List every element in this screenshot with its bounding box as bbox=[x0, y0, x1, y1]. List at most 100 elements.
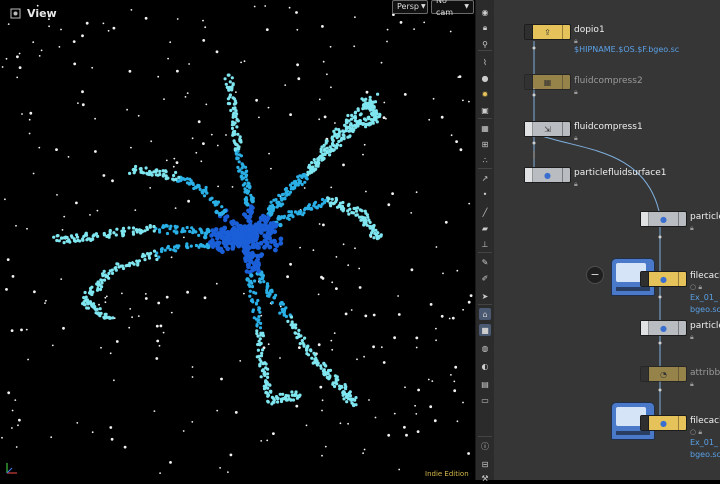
fluid-particle bbox=[289, 323, 293, 327]
eye-icon[interactable]: ◉ bbox=[479, 6, 491, 18]
particle-speck bbox=[372, 313, 376, 317]
node-particlefluidsurface1[interactable]: ● bbox=[524, 167, 571, 183]
view-layout-icon[interactable]: ⊟ bbox=[479, 458, 491, 470]
fluid-particle bbox=[320, 197, 325, 202]
particle-speck bbox=[11, 275, 15, 278]
node-particle-a[interactable]: ● bbox=[640, 211, 687, 227]
wire-display-icon[interactable]: ⌂ bbox=[479, 308, 491, 320]
node-attrib[interactable]: ◔ bbox=[640, 366, 687, 382]
shaded-icon[interactable]: ■ bbox=[479, 324, 491, 336]
fluid-particle bbox=[369, 121, 374, 125]
fluid-particle bbox=[261, 276, 265, 280]
fluid-particle bbox=[305, 345, 309, 349]
wire-icon[interactable]: ⌇ bbox=[479, 56, 491, 68]
fluid-particle bbox=[266, 367, 270, 371]
fluid-particle bbox=[172, 248, 176, 252]
particle-speck bbox=[173, 157, 176, 160]
sphere-icon[interactable]: ● bbox=[479, 72, 491, 84]
node-fluidcompress1[interactable]: ⇲ bbox=[524, 121, 571, 137]
fluid-particle bbox=[271, 209, 275, 213]
light-icon[interactable]: ✹ bbox=[479, 88, 491, 100]
node-filecache-a[interactable]: ● bbox=[640, 271, 687, 287]
fluid-particle bbox=[289, 315, 294, 319]
droplet-icon: ● bbox=[649, 416, 679, 430]
camera-mode-menu[interactable]: Persp ▼ bbox=[392, 0, 428, 14]
particle-speck bbox=[467, 300, 471, 304]
particle-speck bbox=[319, 385, 323, 389]
particle-speck bbox=[435, 246, 438, 248]
fluid-particle bbox=[131, 230, 135, 234]
fluid-particle bbox=[290, 390, 294, 394]
particle-speck bbox=[330, 339, 333, 342]
normals-icon[interactable]: ↗ bbox=[479, 172, 491, 184]
fluid-core-particle bbox=[225, 230, 231, 235]
camera-select-menu[interactable]: No cam ▼ bbox=[431, 0, 474, 17]
select-icon[interactable]: ➤ bbox=[479, 290, 491, 302]
fluid-particle bbox=[132, 171, 136, 175]
fluid-particle bbox=[256, 334, 260, 338]
tools-icon[interactable]: ⚒ bbox=[479, 472, 491, 484]
particle-speck bbox=[156, 339, 160, 343]
fluid-particle bbox=[372, 223, 376, 228]
particle-speck bbox=[427, 378, 430, 381]
fluid-particle bbox=[132, 262, 136, 266]
fluid-particle bbox=[291, 326, 295, 330]
xray-icon[interactable]: ◐ bbox=[479, 360, 491, 372]
fluid-particle bbox=[230, 126, 235, 130]
fluid-particle bbox=[206, 244, 211, 250]
display-icon[interactable]: ▭ bbox=[479, 394, 491, 406]
scene-viewport[interactable]: View Persp ▼ No cam ▼ Indie Edition bbox=[0, 0, 475, 480]
particle-speck bbox=[27, 358, 29, 361]
fluid-core-particle bbox=[264, 242, 270, 247]
vertex-icon[interactable]: • bbox=[479, 188, 491, 200]
fluid-particle bbox=[357, 122, 361, 126]
brush-icon[interactable]: ✐ bbox=[479, 272, 491, 284]
ghost-icon[interactable]: ◍ bbox=[479, 342, 491, 354]
fluid-particle bbox=[256, 342, 260, 347]
template-icon[interactable]: ▤ bbox=[479, 378, 491, 390]
camera-icon[interactable]: ▣ bbox=[479, 104, 491, 116]
points-icon[interactable]: ∴ bbox=[479, 154, 491, 166]
fluid-particle bbox=[338, 130, 342, 134]
node-fluidcompress2[interactable]: ▦ bbox=[524, 74, 571, 90]
edge-icon[interactable]: ╱ bbox=[479, 206, 491, 218]
ruler-icon[interactable]: ⊥ bbox=[479, 238, 491, 250]
fluid-particle bbox=[278, 222, 283, 228]
face-icon[interactable]: ▰ bbox=[479, 222, 491, 234]
particle-speck bbox=[215, 50, 219, 54]
pen-icon[interactable]: ✎ bbox=[479, 256, 491, 268]
fluid-particle bbox=[266, 372, 270, 376]
fluid-particle bbox=[334, 198, 339, 202]
particle-speck bbox=[344, 312, 348, 316]
pin-icon[interactable]: ⚲ bbox=[479, 38, 491, 50]
particle-speck bbox=[94, 117, 96, 120]
grid-icon[interactable]: ▦ bbox=[479, 122, 491, 134]
fluid-particle bbox=[346, 113, 350, 118]
fluid-particle bbox=[158, 172, 162, 177]
node-particle-b[interactable]: ● bbox=[640, 320, 687, 336]
particle-speck bbox=[267, 106, 270, 109]
fluid-particle bbox=[230, 221, 235, 227]
particle-speck bbox=[130, 146, 132, 149]
fluid-particle bbox=[374, 111, 378, 115]
particle-speck bbox=[18, 418, 21, 422]
collapse-button[interactable]: − bbox=[586, 266, 604, 284]
particle-speck bbox=[104, 296, 107, 299]
fluid-particle bbox=[236, 146, 240, 150]
toolbar-separator bbox=[478, 252, 492, 253]
particle-speck bbox=[32, 172, 35, 175]
info-icon[interactable]: ⓘ bbox=[479, 440, 491, 452]
particle-speck bbox=[365, 190, 367, 193]
fluid-particle bbox=[326, 196, 330, 200]
network-editor[interactable]: ⇪ dopio1 🔒︎ $HIPNAME.$OS.$F.bgeo.sc ▦ fl… bbox=[494, 0, 720, 480]
snap-icon[interactable]: ⊞ bbox=[479, 138, 491, 150]
fluid-particle bbox=[222, 208, 228, 214]
particle-speck bbox=[363, 143, 366, 146]
node-filecache-b[interactable]: ● bbox=[640, 415, 687, 431]
node-dopio1[interactable]: ⇪ bbox=[524, 24, 571, 40]
fluid-particle bbox=[203, 231, 208, 236]
fluid-particle bbox=[309, 169, 313, 173]
fluid-particle bbox=[293, 331, 297, 335]
fluid-particle bbox=[202, 194, 207, 198]
lock-icon[interactable]: 🔒︎ bbox=[479, 22, 491, 34]
